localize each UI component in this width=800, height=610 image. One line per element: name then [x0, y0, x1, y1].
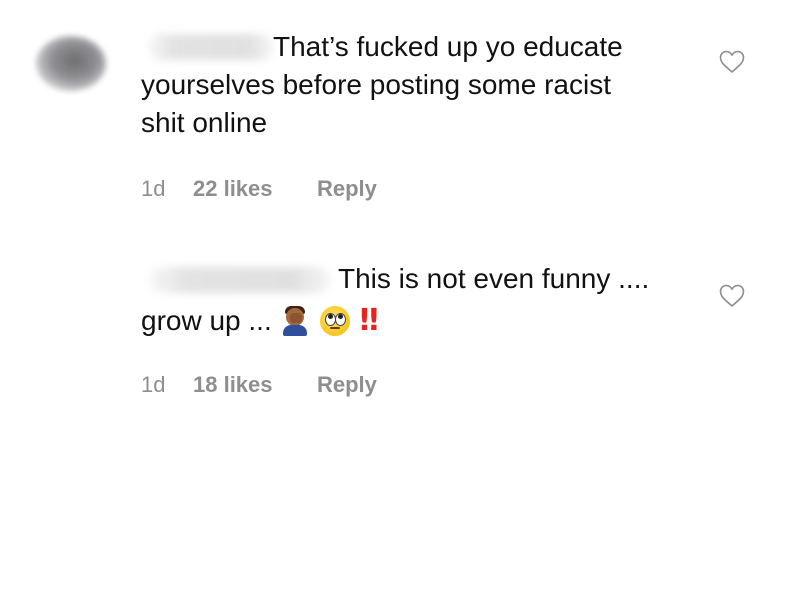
reply-button[interactable]: Reply: [317, 176, 377, 202]
likes-count[interactable]: 18 likes: [193, 372, 317, 398]
facepalm-emoji: [280, 306, 310, 336]
comment-text-line: grow up ... ‼: [141, 302, 379, 340]
comment-timestamp: 1d: [141, 372, 166, 397]
reply-button[interactable]: Reply: [317, 372, 377, 398]
username-redacted[interactable]: [150, 267, 330, 293]
comment-text-line: That’s fucked up yo educate: [273, 31, 623, 62]
comment-text-line: shit online: [141, 107, 268, 138]
face-with-rolling-eyes-emoji: [319, 306, 350, 336]
likes-count[interactable]: 22 likes: [193, 176, 317, 202]
comment-meta: 1d 22 likes Reply: [141, 176, 377, 202]
heart-outline-icon[interactable]: [719, 50, 745, 74]
comment-timestamp: 1d: [141, 176, 166, 201]
heart-outline-icon[interactable]: [719, 284, 745, 308]
avatar[interactable]: [36, 36, 106, 91]
username-redacted[interactable]: [148, 34, 274, 60]
comment-text-line: yourselves before posting some racist: [141, 69, 611, 100]
comment: This is not even funny .... grow up ... …: [0, 240, 800, 421]
comment-text-line: This is not even funny ....: [338, 263, 650, 294]
double-exclamation-emoji: ‼: [359, 303, 379, 338]
comment-text-fragment: grow up ...: [141, 305, 272, 336]
comment: That’s fucked up yo educate yourselves b…: [0, 0, 800, 225]
comment-meta: 1d 18 likes Reply: [141, 372, 377, 398]
